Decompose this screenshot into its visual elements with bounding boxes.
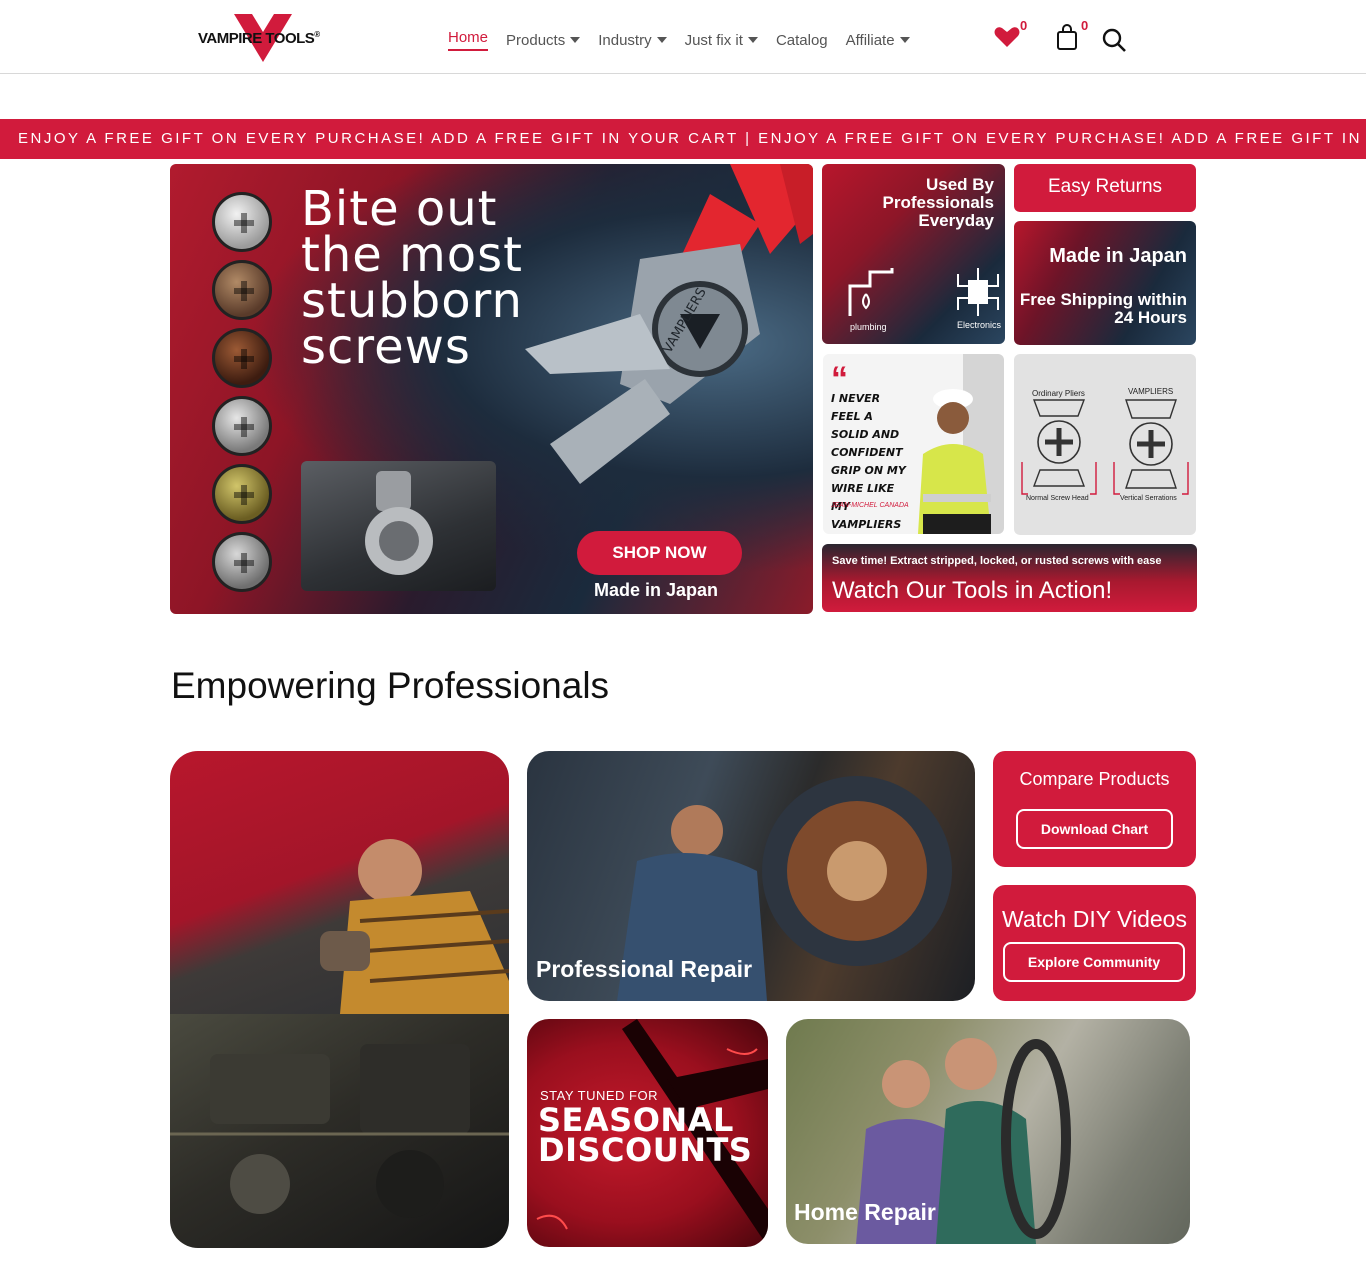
wishlist-count-badge: 0 — [1020, 18, 1028, 33]
search-icon[interactable] — [1102, 28, 1126, 52]
nav-products[interactable]: Products — [506, 29, 581, 51]
header-actions: 0 0 — [992, 18, 1132, 62]
svg-text:Ordinary Pliers: Ordinary Pliers — [1032, 389, 1085, 398]
svg-text:VAMPLIERS: VAMPLIERS — [1128, 387, 1173, 396]
testimonial-author: JEAN-MICHEL CANADA — [831, 502, 909, 509]
made-in-japan-tile[interactable]: Made in Japan Free Shipping within 24 Ho… — [1014, 221, 1196, 345]
electronics-chip-icon — [957, 268, 999, 316]
pliers-comparison-tile[interactable]: Ordinary Pliers VAMPLIERS Normal Screw H… — [1014, 354, 1196, 535]
nav-just-fix-it[interactable]: Just fix it — [685, 29, 758, 51]
pliers-image: VAMPLIERS — [525, 164, 813, 484]
main-nav: Home Products Industry Just fix it Catal… — [448, 29, 910, 51]
svg-text:Normal Screw Head: Normal Screw Head — [1026, 495, 1089, 502]
made-in-japan-text: Made in Japan — [1049, 245, 1187, 267]
cart-count-badge: 0 — [1081, 18, 1089, 33]
nav-home[interactable]: Home — [448, 29, 489, 51]
easy-returns-tile[interactable]: Easy Returns — [1014, 164, 1196, 212]
watch-tools-in-action-tile[interactable]: Save time! Extract stripped, locked, or … — [822, 544, 1197, 612]
hero-banner[interactable]: Bite out the most stubborn screws VAMPLI… — [170, 164, 813, 614]
home-repair-label: Home Repair — [794, 1199, 936, 1225]
heart-icon[interactable] — [994, 26, 1020, 48]
plumbing-label: plumbing — [850, 322, 887, 332]
testimonial-tile[interactable]: “ I NEVER FEEL A SOLID AND CONFIDENT GRI… — [823, 354, 1004, 534]
mechanic-photo — [170, 751, 509, 1014]
screw-samples — [212, 192, 274, 600]
seasonal-discounts-card[interactable]: STAY TUNED FOR SEASONAL DISCOUNTS — [527, 1019, 768, 1247]
comparison-diagram: Ordinary Pliers VAMPLIERS Normal Screw H… — [1021, 387, 1189, 502]
engine-photo — [170, 1014, 509, 1248]
caret-down-icon — [656, 37, 667, 43]
stripped-screw-photo — [301, 461, 496, 591]
promo-marquee[interactable]: ENJOY A FREE GIFT ON EVERY PURCHASE! ADD… — [0, 119, 1366, 159]
diy-videos-title: Watch DIY Videos — [1002, 906, 1187, 932]
vampire-tools-logo[interactable]: VAMPIRE TOOLS® — [198, 14, 340, 64]
professional-repair-label: Professional Repair — [536, 956, 753, 982]
screw-icon — [212, 464, 272, 524]
shop-now-button[interactable]: SHOP NOW — [577, 531, 742, 575]
caret-down-icon — [899, 37, 910, 43]
testimonial-quote: I NEVER FEEL A SOLID AND CONFIDENT GRIP … — [831, 392, 906, 531]
worker-photo — [918, 354, 1004, 534]
diy-videos-card: Watch DIY Videos Explore Community — [993, 885, 1196, 1001]
screw-icon — [212, 396, 272, 456]
screw-icon — [212, 328, 272, 388]
watch-subtext: Save time! Extract stripped, locked, or … — [832, 555, 1162, 567]
svg-text:Vertical Serrations: Vertical Serrations — [1120, 495, 1177, 502]
used-by-professionals-tile[interactable]: Used By Professionals Everyday plumbing … — [822, 164, 1005, 344]
electronics-label: Electronics — [957, 320, 1002, 330]
seasonal-discounts-text: SEASONAL DISCOUNTS — [538, 1101, 753, 1169]
screw-icon — [212, 260, 272, 320]
hero-made-in-japan: Made in Japan — [594, 580, 719, 600]
used-by-professionals-text: Used By Professionals Everyday — [882, 175, 995, 230]
caret-down-icon — [570, 37, 581, 43]
site-header: VAMPIRE TOOLS® Home Products Industry Ju… — [0, 0, 1366, 74]
download-chart-button[interactable]: Download Chart — [1016, 809, 1173, 849]
home-repair-card[interactable]: Home Repair — [786, 1019, 1190, 1244]
compare-products-title: Compare Products — [1019, 769, 1170, 789]
mechanic-photo-card[interactable] — [170, 751, 509, 1248]
watch-headline: Watch Our Tools in Action! — [832, 577, 1113, 604]
nav-affiliate[interactable]: Affiliate — [846, 29, 910, 51]
hero-headline: Bite out the most stubborn screws — [301, 181, 523, 375]
logo-text: VAMPIRE TOOLS® — [198, 30, 320, 47]
compare-products-card: Compare Products Download Chart — [993, 751, 1196, 867]
screw-icon — [212, 532, 272, 592]
nav-catalog[interactable]: Catalog — [776, 29, 828, 51]
screw-icon — [212, 192, 272, 252]
plumbing-icon — [848, 268, 894, 316]
caret-down-icon — [747, 37, 758, 43]
section-title: Empowering Professionals — [171, 665, 610, 706]
nav-industry[interactable]: Industry — [598, 29, 667, 51]
shopping-bag-icon[interactable] — [1056, 24, 1078, 50]
explore-community-button[interactable]: Explore Community — [1003, 942, 1185, 982]
free-shipping-text: Free Shipping within 24 Hours — [1019, 290, 1187, 327]
professional-repair-card[interactable]: Professional Repair — [527, 751, 975, 1001]
